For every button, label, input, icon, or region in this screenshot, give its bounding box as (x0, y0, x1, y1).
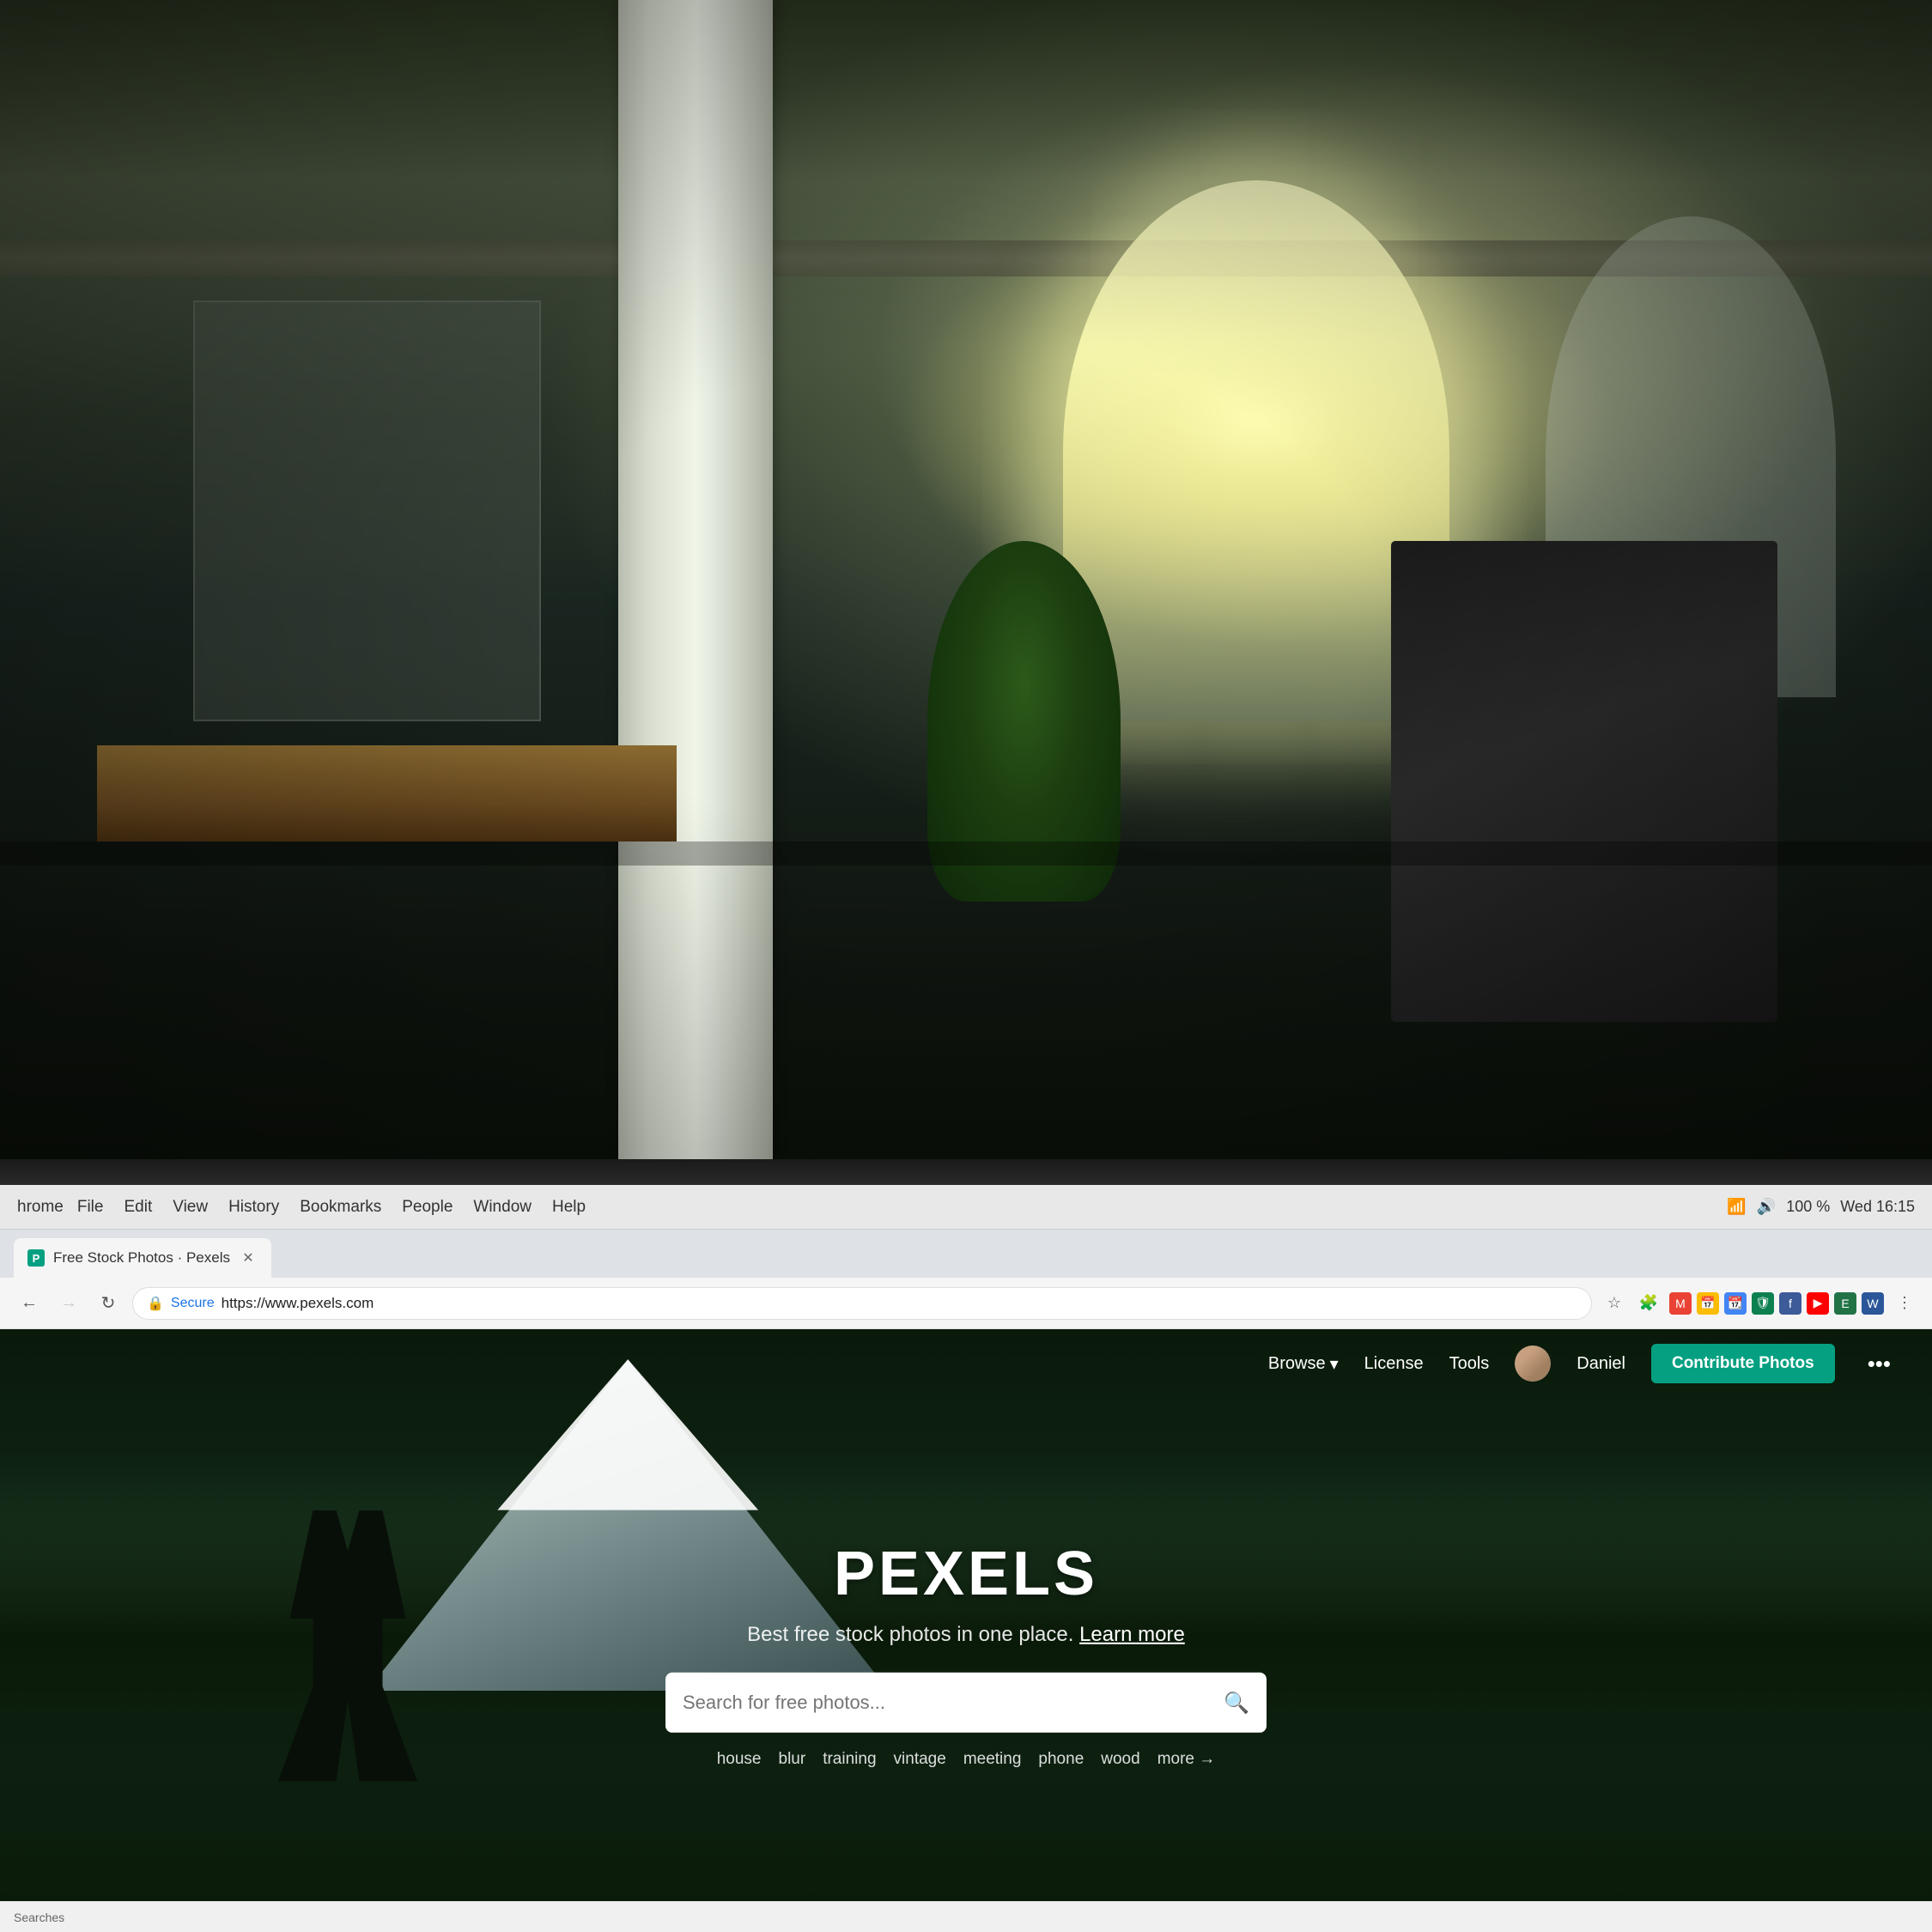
os-bar-right: 📶 🔊 100 % Wed 16:15 (1727, 1198, 1915, 1216)
menu-button[interactable]: ⋮ (1891, 1290, 1918, 1317)
os-bar-left: hrome File Edit View History Bookmarks P… (17, 1194, 592, 1220)
floor (0, 841, 1932, 866)
ext-icon-2[interactable]: 📅 (1697, 1292, 1719, 1315)
secure-text: Secure (171, 1296, 215, 1311)
refresh-button[interactable]: ↻ (93, 1288, 124, 1319)
tab-label: Free Stock Photos · Pexels (53, 1249, 230, 1267)
menu-window[interactable]: Window (466, 1194, 538, 1220)
system-clock: Wed 16:15 (1840, 1198, 1915, 1216)
forward-button[interactable]: → (53, 1288, 84, 1319)
pexels-subtitle: Best free stock photos in one place. Lea… (193, 1623, 1739, 1647)
browser-window: hrome File Edit View History Bookmarks P… (0, 1185, 1932, 1932)
menu-history[interactable]: History (222, 1194, 286, 1220)
monitor: hrome File Edit View History Bookmarks P… (0, 1159, 1932, 1932)
extensions-button[interactable]: 🧩 (1635, 1290, 1662, 1317)
back-button[interactable]: ← (14, 1288, 45, 1319)
search-tag-training[interactable]: training (823, 1750, 876, 1769)
ext-icon-6[interactable]: ▶ (1807, 1292, 1829, 1315)
pexels-hero-content: PEXELS Best free stock photos in one pla… (193, 1539, 1739, 1769)
search-input[interactable] (683, 1692, 1224, 1714)
menu-bookmarks[interactable]: Bookmarks (293, 1194, 388, 1220)
browser-tab[interactable]: P Free Stock Photos · Pexels ✕ (14, 1238, 271, 1278)
search-tag-blur[interactable]: blur (779, 1750, 806, 1769)
search-tag-meeting[interactable]: meeting (963, 1750, 1022, 1769)
contribute-photos-button[interactable]: Contribute Photos (1651, 1344, 1835, 1383)
ext-icon-5[interactable]: f (1779, 1292, 1801, 1315)
office-chair (1391, 541, 1777, 1022)
tools-nav-link[interactable]: Tools (1449, 1354, 1490, 1374)
battery-text: 100 % (1786, 1198, 1830, 1216)
search-icon[interactable]: 🔍 (1224, 1690, 1249, 1715)
pexels-site-title: PEXELS (193, 1539, 1739, 1609)
nav-links: Browse ▾ License Tools Daniel Contribute… (1268, 1344, 1898, 1383)
browse-chevron-icon: ▾ (1330, 1353, 1339, 1375)
wifi-icon: 📶 (1727, 1198, 1746, 1216)
volume-icon: 🔊 (1757, 1198, 1776, 1216)
menu-people[interactable]: People (395, 1194, 459, 1220)
tab-close-button[interactable]: ✕ (239, 1249, 258, 1267)
search-tag-house[interactable]: house (717, 1750, 762, 1769)
os-menu-bar: hrome File Edit View History Bookmarks P… (0, 1185, 1932, 1230)
menu-help[interactable]: Help (545, 1194, 592, 1220)
status-bar: Searches (0, 1901, 1932, 1932)
browser-toolbar: ← → ↻ 🔒 Secure https://www.pexels.com ☆ … (0, 1278, 1932, 1329)
ext-icon-8[interactable]: W (1862, 1292, 1884, 1315)
office-desk (97, 745, 677, 841)
ext-icon-4[interactable]: 🛡 (1752, 1292, 1774, 1315)
pexels-hero: Browse ▾ License Tools Daniel Contribute… (0, 1329, 1932, 1932)
menu-view[interactable]: View (166, 1194, 215, 1220)
search-tag-wood[interactable]: wood (1101, 1750, 1139, 1769)
toolbar-right: ☆ 🧩 M 📅 📆 🛡 f ▶ E W ⋮ (1601, 1290, 1918, 1317)
pexels-navbar: Browse ▾ License Tools Daniel Contribute… (0, 1329, 1932, 1398)
search-tag-vintage[interactable]: vintage (894, 1750, 946, 1769)
browse-nav-link[interactable]: Browse ▾ (1268, 1353, 1339, 1375)
menu-file[interactable]: File (70, 1194, 111, 1220)
search-tag-phone[interactable]: phone (1038, 1750, 1084, 1769)
ext-icon-1[interactable]: M (1669, 1292, 1692, 1315)
popular-searches: house blur training vintage meeting phon… (193, 1750, 1739, 1769)
menu-edit[interactable]: Edit (117, 1194, 159, 1220)
license-nav-link[interactable]: License (1364, 1354, 1424, 1374)
status-text: Searches (14, 1911, 64, 1924)
avatar-image (1515, 1346, 1551, 1382)
chrome-app-name: hrome (17, 1198, 64, 1217)
tab-bar: P Free Stock Photos · Pexels ✕ (0, 1230, 1932, 1278)
bookmark-button[interactable]: ☆ (1601, 1290, 1628, 1317)
search-more-link[interactable]: more → (1157, 1750, 1216, 1769)
learn-more-link[interactable]: Learn more (1079, 1623, 1185, 1646)
more-options-button[interactable]: ••• (1861, 1351, 1898, 1377)
user-name-label: Daniel (1577, 1354, 1625, 1374)
pexels-search-bar[interactable]: 🔍 (665, 1673, 1267, 1733)
pexels-website: Browse ▾ License Tools Daniel Contribute… (0, 1329, 1932, 1932)
secure-icon: 🔒 (147, 1295, 164, 1312)
ext-icon-7[interactable]: E (1834, 1292, 1856, 1315)
office-background (0, 0, 1932, 1202)
left-window (193, 301, 541, 721)
ext-icon-3[interactable]: 📆 (1724, 1292, 1747, 1315)
user-avatar[interactable] (1515, 1346, 1551, 1382)
office-pillar (618, 0, 773, 1202)
address-url: https://www.pexels.com (222, 1295, 374, 1312)
extensions-row: M 📅 📆 🛡 f ▶ E W (1669, 1292, 1884, 1315)
tab-favicon: P (27, 1249, 45, 1267)
address-bar[interactable]: 🔒 Secure https://www.pexels.com (132, 1287, 1592, 1320)
